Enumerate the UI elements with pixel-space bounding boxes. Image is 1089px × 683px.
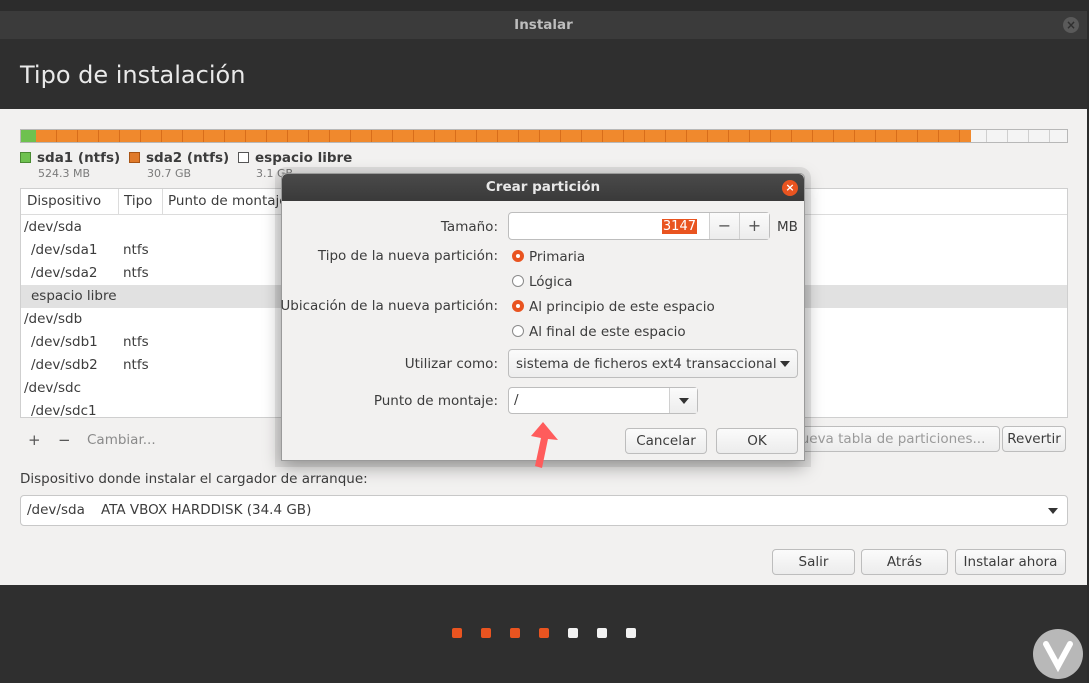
- size-spinner[interactable]: 3147 − +: [508, 212, 770, 240]
- legend-swatch: [238, 152, 249, 163]
- column-header-device[interactable]: Dispositivo: [27, 193, 101, 209]
- use-as-label: Utilizar como:: [404, 356, 498, 372]
- row-device: /dev/sda2: [31, 265, 98, 281]
- row-device: /dev/sdc: [24, 380, 81, 396]
- legend-size: 30.7 GB: [147, 167, 192, 180]
- bootloader-label: Dispositivo donde instalar el cargador d…: [20, 471, 368, 487]
- new-partition-table-button[interactable]: Nueva tabla de particiones...: [776, 426, 1000, 452]
- radio-primary[interactable]: Primaria: [512, 249, 585, 265]
- bootloader-description: ATA VBOX HARDDISK (34.4 GB): [101, 502, 312, 518]
- progress-dot: [626, 628, 636, 638]
- radio-label: Al final de este espacio: [529, 324, 686, 340]
- legend-label: sda2 (ntfs): [146, 150, 230, 166]
- close-icon[interactable]: ×: [782, 180, 798, 196]
- radio-end[interactable]: Al final de este espacio: [512, 324, 686, 340]
- increment-button[interactable]: +: [739, 213, 769, 239]
- column-header-mount[interactable]: Punto de montaje: [168, 193, 288, 209]
- window-title: Instalar: [514, 17, 573, 33]
- column-header-type[interactable]: Tipo: [124, 193, 152, 209]
- progress-dot: [510, 628, 520, 638]
- mount-point-dropdown-button[interactable]: [669, 388, 697, 413]
- bootloader-select[interactable]: /dev/sda ATA VBOX HARDDISK (34.4 GB): [20, 495, 1068, 526]
- row-type: ntfs: [123, 357, 149, 373]
- progress-dot: [452, 628, 462, 638]
- page-title: Tipo de instalación: [20, 61, 246, 89]
- create-partition-dialog: Crear partición × Tamaño: 3147 − + MB Ti…: [280, 173, 805, 461]
- legend-sda2: sda2 (ntfs) 30.7 GB: [129, 150, 230, 180]
- dialog-title: Crear partición: [485, 179, 601, 195]
- radio-label: Al principio de este espacio: [529, 299, 715, 315]
- page-header: Tipo de instalación: [0, 39, 1087, 109]
- dialog-title-bar: Crear partición ×: [282, 174, 804, 201]
- row-device: /dev/sda1: [31, 242, 98, 258]
- decrement-button[interactable]: −: [709, 213, 739, 239]
- row-device: /dev/sdb: [24, 311, 83, 327]
- ok-button[interactable]: OK: [716, 428, 798, 454]
- progress-footer: [0, 585, 1087, 683]
- radio-selected-icon: [512, 250, 524, 262]
- radio-label: Lógica: [529, 274, 573, 290]
- radio-logical[interactable]: Lógica: [512, 274, 573, 290]
- mount-point-combo[interactable]: /: [508, 387, 698, 414]
- legend-size: 524.3 MB: [38, 167, 91, 180]
- row-device: /dev/sda: [24, 219, 82, 235]
- radio-icon: [512, 275, 524, 287]
- mount-point-label: Punto de montaje:: [373, 393, 498, 409]
- revert-button[interactable]: Revertir: [1002, 426, 1066, 452]
- row-device: /dev/sdb1: [31, 334, 98, 350]
- cancel-button[interactable]: Cancelar: [625, 428, 707, 454]
- legend-swatch: [129, 152, 140, 163]
- title-bar: Instalar ×: [0, 11, 1087, 39]
- install-now-button[interactable]: Instalar ahora: [955, 549, 1066, 575]
- use-as-select[interactable]: sistema de ficheros ext4 transaccional: [508, 349, 798, 378]
- partition-bar-sda2: [36, 130, 971, 142]
- partition-bar: [20, 129, 1068, 143]
- size-label: Tamaño:: [440, 219, 498, 235]
- progress-dot: [481, 628, 491, 638]
- remove-partition-button[interactable]: −: [58, 431, 71, 449]
- quit-button[interactable]: Salir: [772, 549, 855, 575]
- radio-label: Primaria: [529, 249, 586, 265]
- row-device: /dev/sdc1: [31, 403, 97, 418]
- partition-bar-sda1: [21, 130, 36, 142]
- chevron-down-icon: [1048, 508, 1058, 514]
- chevron-down-icon: [780, 361, 790, 367]
- chevron-down-icon: [679, 398, 689, 404]
- mount-point-input[interactable]: /: [514, 392, 519, 408]
- partition-location-label: Ubicación de la nueva partición:: [280, 298, 498, 314]
- partition-type-label: Tipo de la nueva partición:: [317, 248, 498, 264]
- row-type: ntfs: [123, 265, 149, 281]
- size-unit: MB: [777, 219, 798, 235]
- radio-icon: [512, 325, 524, 337]
- progress-dot: [539, 628, 549, 638]
- progress-dot: [568, 628, 578, 638]
- back-button[interactable]: Atrás: [861, 549, 948, 575]
- add-partition-button[interactable]: +: [28, 431, 41, 449]
- size-input[interactable]: 3147: [661, 219, 697, 234]
- close-icon[interactable]: ×: [1063, 17, 1079, 33]
- change-partition-button[interactable]: Cambiar...: [87, 432, 156, 448]
- progress-dot: [597, 628, 607, 638]
- legend-free: espacio libre 3.1 GB: [238, 150, 353, 180]
- row-device: espacio libre: [31, 288, 117, 304]
- watermark-logo-icon: [1033, 629, 1083, 679]
- bootloader-device: /dev/sda: [27, 502, 85, 518]
- radio-selected-icon: [512, 300, 524, 312]
- row-type: ntfs: [123, 242, 149, 258]
- radio-beginning[interactable]: Al principio de este espacio: [512, 299, 715, 315]
- use-as-value: sistema de ficheros ext4 transaccional: [516, 356, 777, 372]
- row-device: /dev/sdb2: [31, 357, 98, 373]
- legend-sda1: sda1 (ntfs) 524.3 MB: [20, 150, 121, 180]
- annotation-arrow-icon: [531, 422, 558, 468]
- legend-swatch: [20, 152, 31, 163]
- legend-label: espacio libre: [255, 150, 353, 166]
- row-type: ntfs: [123, 334, 149, 350]
- legend-label: sda1 (ntfs): [37, 150, 121, 166]
